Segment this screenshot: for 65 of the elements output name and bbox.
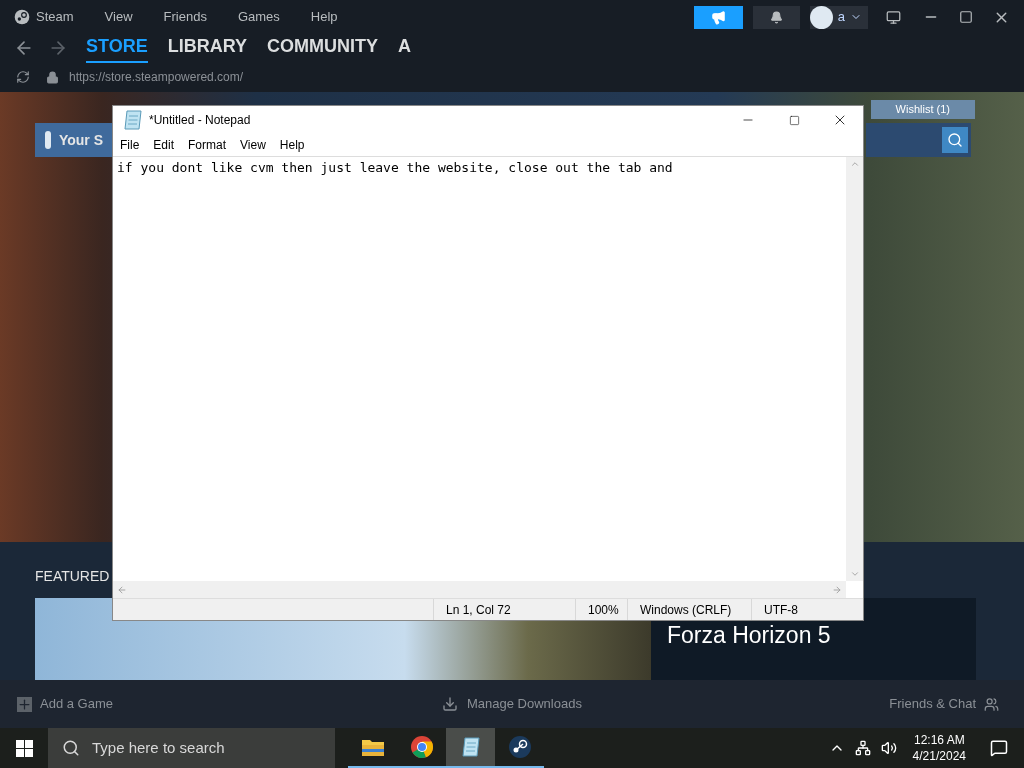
- announcement-button[interactable]: [693, 5, 743, 29]
- document-text: if you dont like cvm then just leave the website, close out the tab and: [117, 160, 673, 175]
- menu-item[interactable]: View: [240, 136, 266, 154]
- megaphone-icon: [710, 9, 726, 25]
- nav-tab[interactable]: COMMUNITY: [267, 33, 379, 63]
- bell-icon: [769, 10, 783, 24]
- menu-item[interactable]: Help: [279, 136, 305, 154]
- menu-item[interactable]: Steam: [36, 7, 74, 27]
- horizontal-scrollbar[interactable]: [113, 581, 846, 598]
- folder-icon: [360, 737, 385, 757]
- notifications-button[interactable]: [752, 5, 800, 29]
- menu-item[interactable]: Format: [188, 136, 227, 154]
- scroll-up-icon: [849, 159, 860, 169]
- nav-tab[interactable]: STORE: [86, 33, 148, 63]
- your-store-tab[interactable]: Your S: [58, 129, 103, 151]
- featured-game-title: Forza Horizon 5: [667, 622, 831, 648]
- notepad-icon: [121, 108, 145, 132]
- steam-logo-icon: [507, 735, 532, 759]
- text-area[interactable]: if you dont like cvm then just leave the website, close out the tab and: [113, 156, 863, 598]
- menu-item[interactable]: Games: [237, 7, 280, 27]
- windows-logo-icon: [15, 739, 33, 757]
- status-field: UTF-8: [751, 599, 831, 620]
- notification-icon[interactable]: [990, 739, 1008, 757]
- friends-icon: [984, 696, 999, 712]
- status-field: 100%: [575, 599, 627, 620]
- status-field: Ln 1, Col 72: [433, 599, 575, 620]
- speaker-icon[interactable]: [880, 740, 897, 756]
- download-icon: [442, 696, 458, 712]
- scroll-down-icon: [849, 569, 860, 579]
- plus-icon: [17, 696, 32, 712]
- section-heading: FEATURED: [35, 567, 110, 586]
- steam-logo-icon: [14, 9, 30, 25]
- search-field[interactable]: [866, 123, 971, 157]
- vertical-scrollbar[interactable]: [846, 157, 863, 581]
- maximize-icon: [788, 114, 800, 126]
- taskbar-search-field[interactable]: Type here to search: [48, 728, 335, 768]
- search-icon: [62, 739, 80, 757]
- maximize-icon[interactable]: [959, 10, 973, 24]
- nav-tab[interactable]: A: [398, 33, 412, 63]
- store-logo-icon: [45, 131, 51, 149]
- monitor-icon[interactable]: [886, 9, 901, 25]
- search-icon: [947, 132, 963, 148]
- status-field: Windows (CRLF): [627, 599, 751, 620]
- menu-item[interactable]: Help: [310, 7, 338, 27]
- menu-item[interactable]: View: [104, 7, 133, 27]
- lock-icon: [46, 70, 59, 84]
- scroll-right-icon: [832, 584, 842, 595]
- wishlist-button[interactable]: Wishlist (1): [870, 100, 975, 119]
- account-button[interactable]: a: [809, 5, 868, 29]
- menu-item[interactable]: Edit: [153, 136, 175, 154]
- window-title: *Untitled - Notepad: [149, 112, 251, 129]
- avatar: [809, 5, 833, 29]
- manage-downloads-button[interactable]: Manage Downloads: [442, 694, 582, 714]
- add-game-button[interactable]: Add a Game: [17, 694, 113, 714]
- friends-chat-button[interactable]: Friends & Chat: [889, 694, 999, 714]
- clock[interactable]: 12:16 AM 4/21/2024: [912, 732, 966, 764]
- scroll-left-icon: [117, 584, 127, 595]
- menu-item[interactable]: Friends: [163, 7, 207, 27]
- reload-icon[interactable]: [16, 70, 30, 84]
- network-icon[interactable]: [854, 740, 871, 756]
- browser-icon: [409, 735, 434, 759]
- nav-tab[interactable]: LIBRARY: [167, 33, 248, 63]
- taskbar-app-button[interactable]: [446, 728, 495, 768]
- menu-item[interactable]: File: [120, 136, 140, 154]
- url-text: https://store.steampowered.com/: [69, 69, 244, 86]
